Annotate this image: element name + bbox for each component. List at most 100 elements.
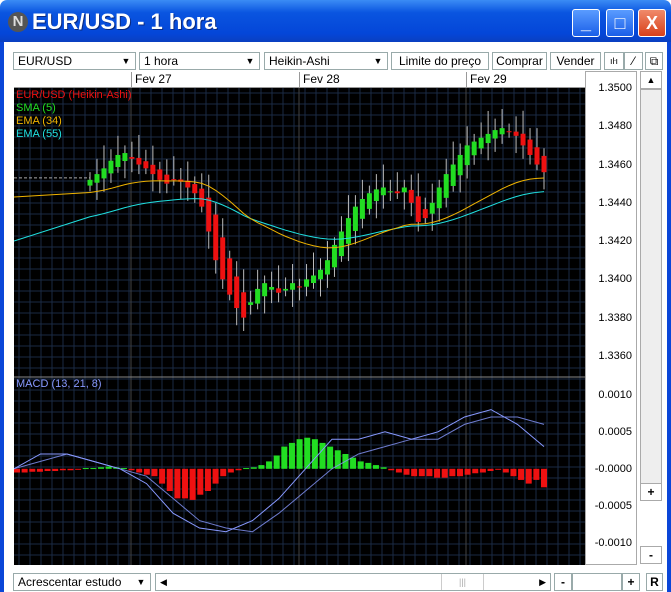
horizontal-scrollbar[interactable]: ◀ ||| ▶: [155, 573, 551, 591]
candle-up: [304, 279, 310, 287]
legend-ema55: EMA (55): [16, 128, 62, 140]
macd-bar-negative: [174, 468, 181, 499]
candle-up: [345, 218, 351, 244]
legend-macd: MACD (13, 21, 8): [16, 378, 102, 390]
macd-bar-negative: [449, 468, 456, 477]
candle-up: [283, 288, 289, 291]
macd-bar-negative: [159, 468, 166, 484]
price-tick-label: 1.3380: [598, 311, 632, 324]
minimize-button[interactable]: _: [572, 9, 600, 37]
candle-down: [527, 139, 533, 155]
maximize-button[interactable]: □: [606, 9, 634, 37]
close-button[interactable]: X: [638, 9, 666, 37]
panel-expand-button[interactable]: +: [640, 483, 662, 501]
macd-bar-positive: [281, 446, 288, 469]
add-study-label: Acrescentar estudo: [18, 575, 122, 589]
macd-bar-negative: [36, 468, 43, 472]
macd-bar-negative: [525, 468, 532, 484]
macd-bar-negative: [487, 468, 494, 472]
chevron-down-icon: ▼: [373, 56, 383, 66]
candle-down: [297, 286, 303, 288]
macd-tick-label: 0.0005: [598, 425, 632, 438]
candle-up: [366, 193, 372, 209]
macd-bar-negative: [44, 468, 51, 472]
macd-bar-positive: [266, 461, 273, 469]
macd-bar-positive: [327, 446, 334, 469]
add-study-select[interactable]: Acrescentar estudo ▼: [13, 573, 151, 591]
candle-up: [331, 244, 337, 268]
macd-bar-negative: [52, 468, 59, 472]
candle-up: [471, 141, 477, 156]
candle-up: [311, 275, 317, 284]
candle-up: [290, 283, 296, 290]
candle-down: [394, 191, 400, 194]
symbol-select[interactable]: EUR/USD ▼: [13, 52, 136, 70]
scroll-right-icon[interactable]: ▶: [539, 574, 546, 590]
buy-button[interactable]: Comprar: [492, 52, 547, 70]
price-limit-button[interactable]: Limite do preço: [391, 52, 489, 70]
chart-area[interactable]: EUR/USD (Heikin-Ashi) SMA (5) EMA (34) E…: [13, 88, 585, 565]
macd-bar-negative: [472, 468, 479, 474]
candle-up: [401, 187, 407, 193]
chart-type-select[interactable]: Heikin-Ashi ▼: [264, 52, 388, 70]
candle-down: [234, 276, 240, 309]
candle-down: [422, 209, 428, 219]
macd-bar-positive: [372, 465, 379, 469]
macd-bar-negative: [533, 468, 540, 480]
interval-select[interactable]: 1 hora ▼: [139, 52, 260, 70]
macd-bar-negative: [29, 468, 36, 472]
candle-up: [87, 179, 93, 186]
candle-down: [506, 131, 512, 133]
zoom-slider[interactable]: [572, 573, 622, 591]
candle-up: [373, 189, 379, 202]
candle-up: [317, 269, 323, 280]
macd-bar-positive: [296, 439, 303, 469]
macd-bar-positive: [98, 467, 105, 469]
candle-down: [192, 184, 198, 194]
candle-up: [94, 174, 100, 183]
panel-collapse-button[interactable]: -: [640, 546, 662, 564]
candle-down: [129, 157, 135, 159]
macd-bar-negative: [128, 468, 135, 471]
reset-button[interactable]: R: [646, 573, 663, 591]
scroll-thumb[interactable]: |||: [441, 574, 484, 590]
macd-bar-negative: [189, 468, 196, 500]
macd-bar-negative: [21, 468, 28, 473]
macd-bar-negative: [395, 468, 402, 473]
candle-up: [324, 260, 330, 275]
candle-down: [227, 258, 233, 295]
detach-window-icon[interactable]: ⧉: [645, 52, 663, 70]
candle-down: [213, 214, 219, 261]
macd-bar-negative: [166, 468, 173, 491]
candle-up: [387, 191, 393, 193]
candle-up: [359, 198, 365, 219]
macd-bar-negative: [510, 468, 517, 477]
macd-bar-negative: [182, 468, 189, 499]
macd-bar-negative: [479, 468, 486, 473]
price-tick-label: 1.3360: [598, 349, 632, 362]
macd-bar-negative: [464, 468, 471, 475]
macd-bar-negative: [204, 468, 211, 491]
candle-up: [499, 128, 505, 135]
candle-up: [115, 154, 121, 168]
macd-bar-negative: [75, 468, 82, 470]
draw-line-icon[interactable]: ⁄: [624, 52, 643, 70]
candle-down: [408, 189, 414, 203]
macd-bar-positive: [82, 468, 89, 470]
bars-icon[interactable]: ıŀı: [604, 52, 624, 70]
candle-up: [457, 154, 463, 176]
date-label: Fev 28: [299, 72, 340, 88]
sell-button[interactable]: Vender: [550, 52, 601, 70]
macd-bar-negative: [426, 468, 433, 477]
zoom-in-button[interactable]: +: [622, 573, 640, 591]
vertical-scrollbar[interactable]: [640, 89, 662, 487]
candle-down: [241, 292, 247, 318]
app-logo-icon: N: [8, 12, 28, 32]
scroll-up-button[interactable]: ▲: [640, 71, 662, 89]
macd-tick-label: 0.0010: [598, 388, 632, 401]
candle-down: [220, 237, 226, 280]
price-tick-label: 1.3500: [598, 82, 632, 94]
zoom-out-button[interactable]: -: [554, 573, 572, 591]
macd-bar-positive: [243, 468, 250, 470]
scroll-left-icon[interactable]: ◀: [160, 574, 167, 590]
